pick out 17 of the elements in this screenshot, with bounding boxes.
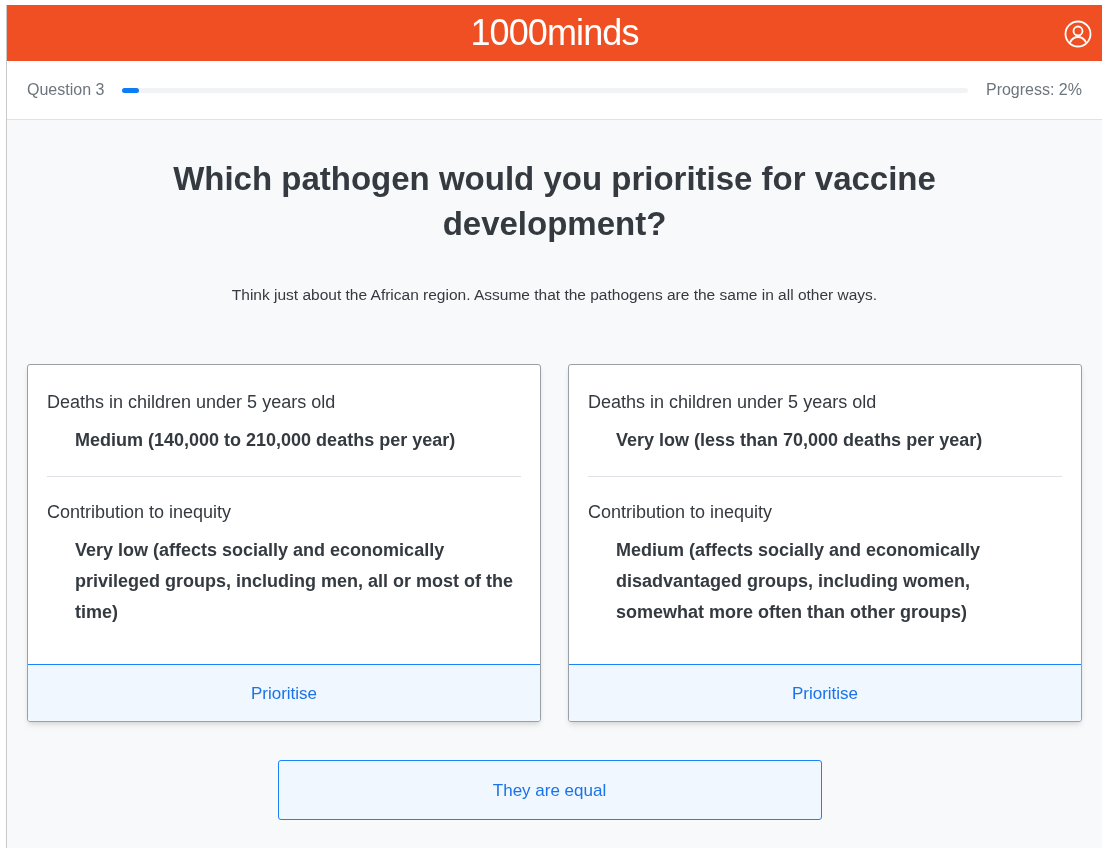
prioritise-button[interactable]: Prioritise <box>28 664 540 722</box>
criterion-name: Contribution to inequity <box>47 501 233 525</box>
logo: 1000minds <box>470 11 639 55</box>
question-title: Which pathogen would you prioritise for vaccine development? <box>172 159 937 244</box>
criterion-level: Very low (less than 70,000 deaths per year) <box>615 429 984 453</box>
criterion-level: Very low (affects socially and economically privileged groups, including men, all or most of the time) <box>74 539 515 625</box>
question-number: Question 3 <box>27 80 105 100</box>
user-icon[interactable] <box>1064 20 1092 48</box>
criterion-level: Medium (affects socially and economically disadvantaged groups, including women, somewhat more often than other groups) <box>615 539 982 625</box>
criterion-name: Contribution to inequity <box>588 501 774 525</box>
prioritise-button[interactable]: Prioritise <box>569 664 1081 722</box>
criterion-name: Deaths in children under 5 years old <box>588 391 878 415</box>
progress-reading: Progress: 2% <box>985 80 1082 100</box>
equal-button[interactable]: They are equal <box>277 760 822 821</box>
criterion-name: Deaths in children under 5 years old <box>47 391 337 415</box>
criterion-level: Medium (140,000 to 210,000 deaths per year) <box>74 429 457 453</box>
instruction-text: Think just about the African region. Assume that the pathogens are the same in all other ways. <box>231 285 878 305</box>
